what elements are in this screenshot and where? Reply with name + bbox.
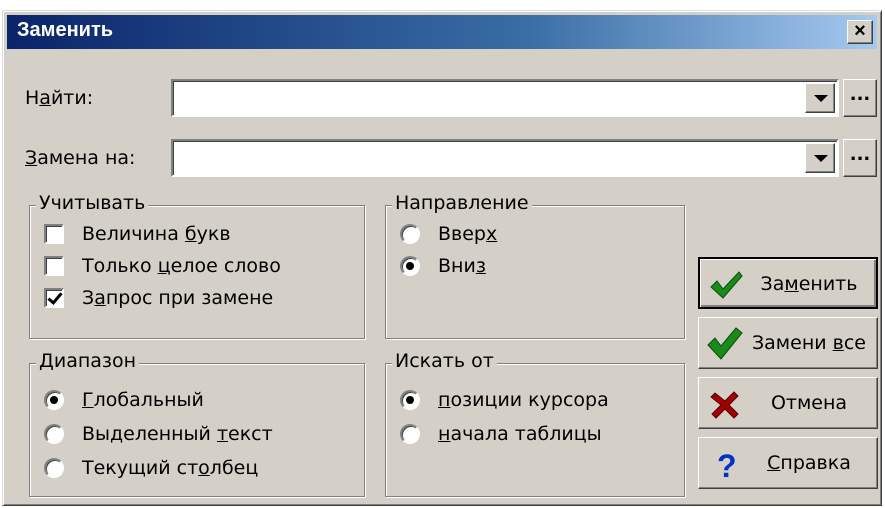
direction-up-radio[interactable]: Вверх xyxy=(400,220,497,248)
svg-text:?: ? xyxy=(717,448,737,482)
prompt-on-replace-box[interactable] xyxy=(44,288,64,308)
help-button-label: Справка xyxy=(767,452,851,474)
from-table-start-label: начала таблицы xyxy=(438,423,602,445)
options-legend: Учитывать xyxy=(36,192,149,214)
replace-all-button-label: Замени все xyxy=(751,332,866,354)
cancel-button[interactable]: Отмена xyxy=(698,377,878,429)
whole-word-label: Только целое слово xyxy=(82,255,281,277)
replace-combobox[interactable] xyxy=(171,139,839,177)
whole-word-box[interactable] xyxy=(44,256,64,276)
replace-all-button[interactable]: Замени все xyxy=(698,317,878,369)
range-column-label: Текущий столбец xyxy=(82,457,259,479)
from-cursor-label: позиции курсора xyxy=(438,389,609,411)
search-from-group: Искать от позиции курсора начала таблицы xyxy=(385,350,685,497)
direction-down-radio[interactable]: Вниз xyxy=(400,252,486,280)
replace-dropdown-arrow-icon[interactable] xyxy=(805,143,835,173)
from-table-start-radio[interactable]: начала таблицы xyxy=(400,420,602,448)
match-case-checkbox[interactable]: Величина букв xyxy=(44,220,231,248)
from-table-start-circle[interactable] xyxy=(400,424,420,444)
replace-button-label: Заменить xyxy=(760,273,858,295)
green-check-icon xyxy=(710,271,743,299)
big-green-check-icon xyxy=(707,327,743,360)
range-global-label: Глобальный xyxy=(82,389,204,411)
dialog-title: Заменить xyxy=(17,19,114,41)
find-combobox[interactable] xyxy=(171,79,839,117)
help-button[interactable]: ? Справка xyxy=(698,437,878,489)
prompt-on-replace-checkbox[interactable]: Запрос при замене xyxy=(44,284,273,312)
range-selected-radio[interactable]: Выделенный текст xyxy=(44,420,273,448)
replace-label: Замена на: xyxy=(25,147,136,169)
direction-up-circle[interactable] xyxy=(400,224,420,244)
match-case-box[interactable] xyxy=(44,224,64,244)
prompt-on-replace-label: Запрос при замене xyxy=(82,287,274,309)
search-from-legend: Искать от xyxy=(392,350,497,372)
range-selected-label: Выделенный текст xyxy=(82,423,273,445)
match-case-label: Величина букв xyxy=(82,223,231,245)
replace-ellipsis-button[interactable]: ... xyxy=(843,139,877,177)
direction-legend: Направление xyxy=(392,192,532,214)
replace-button[interactable]: Заменить xyxy=(698,257,878,309)
range-column-circle[interactable] xyxy=(44,458,64,478)
direction-down-label: Вниз xyxy=(438,255,486,277)
replace-dialog: Заменить × Найти: ... Замена на: ... Учи… xyxy=(2,10,882,506)
range-group: Диапазон Глобальный Выделенный текст Тек… xyxy=(29,350,365,497)
direction-down-circle[interactable] xyxy=(400,256,420,276)
range-global-circle[interactable] xyxy=(44,390,64,410)
direction-up-label: Вверх xyxy=(438,223,498,245)
direction-group: Направление Вверх Вниз xyxy=(385,192,685,339)
find-ellipsis-button[interactable]: ... xyxy=(843,79,877,117)
options-group: Учитывать Величина букв Только целое сло… xyxy=(29,192,365,339)
range-legend: Диапазон xyxy=(36,350,140,372)
range-column-radio[interactable]: Текущий столбец xyxy=(44,454,258,482)
find-dropdown-arrow-icon[interactable] xyxy=(805,83,835,113)
question-icon: ? xyxy=(717,448,737,482)
range-selected-circle[interactable] xyxy=(44,424,64,444)
close-button[interactable]: × xyxy=(847,20,873,44)
red-x-icon xyxy=(710,391,739,419)
whole-word-checkbox[interactable]: Только целое слово xyxy=(44,252,281,280)
from-cursor-circle[interactable] xyxy=(400,390,420,410)
title-bar[interactable]: Заменить × xyxy=(7,15,877,49)
cancel-button-label: Отмена xyxy=(770,392,848,414)
close-icon: × xyxy=(854,20,866,42)
find-label: Найти: xyxy=(25,87,94,109)
from-cursor-radio[interactable]: позиции курсора xyxy=(400,386,609,414)
range-global-radio[interactable]: Глобальный xyxy=(44,386,204,414)
